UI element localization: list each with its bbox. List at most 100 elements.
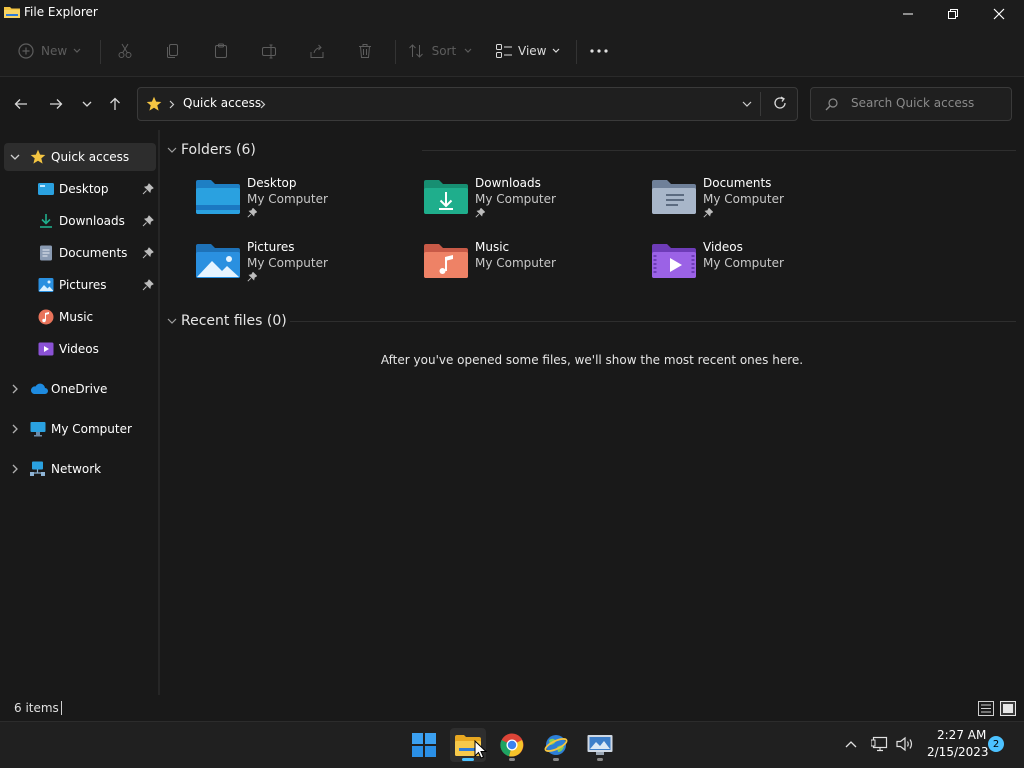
folder-location: My Computer	[703, 192, 784, 206]
recent-locations-button[interactable]	[76, 94, 98, 114]
forward-button[interactable]	[45, 94, 67, 114]
close-icon	[993, 8, 1005, 20]
start-button[interactable]	[406, 728, 442, 762]
taskbar-app-globe[interactable]	[538, 728, 574, 762]
folder-location: My Computer	[247, 192, 328, 206]
view-button[interactable]: View	[496, 36, 562, 66]
chevron-down-icon[interactable]	[10, 154, 20, 161]
divider	[760, 92, 761, 116]
folder-tile-music[interactable]: Music My Computer	[420, 236, 630, 288]
clock-time[interactable]: 2:27 AM	[937, 728, 986, 742]
folder-tile-desktop[interactable]: Desktop My Computer	[192, 172, 402, 224]
content-area: Folders (6) Desktop My Computer Download…	[160, 130, 1024, 695]
refresh-icon[interactable]	[773, 96, 787, 110]
delete-button[interactable]	[357, 36, 375, 66]
details-view-icon[interactable]	[978, 701, 994, 716]
copy-button[interactable]	[165, 36, 183, 66]
large-icons-view-icon[interactable]	[1000, 701, 1016, 716]
pin-icon	[142, 279, 154, 291]
search-icon	[825, 98, 838, 111]
sort-button[interactable]: Sort	[408, 36, 472, 66]
chevron-right-icon[interactable]	[260, 100, 266, 109]
divider	[290, 321, 1016, 322]
share-icon	[310, 44, 324, 58]
title-bar[interactable]: File Explorer	[0, 0, 1024, 28]
folder-tile-documents[interactable]: Documents My Computer	[648, 172, 858, 224]
pin-icon	[703, 208, 713, 218]
back-button[interactable]	[10, 94, 32, 114]
address-bar[interactable]: Quick access	[137, 87, 798, 121]
rename-button[interactable]	[261, 36, 279, 66]
sidebar-item-label: Quick access	[51, 150, 130, 164]
view-layout-icon	[496, 44, 512, 58]
notification-badge[interactable]: 2	[988, 736, 1004, 752]
video-icon	[38, 342, 54, 356]
clock-date[interactable]: 2/15/2023	[927, 745, 989, 759]
address-path-segment[interactable]: Quick access	[183, 96, 261, 110]
chevron-down-icon	[73, 48, 81, 53]
taskbar-chrome[interactable]	[494, 728, 530, 762]
restore-button[interactable]	[930, 0, 976, 28]
downloads-folder-icon	[424, 180, 468, 214]
sidebar-item-documents[interactable]: Documents	[4, 239, 156, 267]
sidebar-item-my-computer[interactable]: My Computer	[4, 415, 156, 443]
new-button[interactable]: New	[18, 36, 88, 66]
chevron-right-icon[interactable]	[12, 384, 19, 394]
arrow-left-icon	[14, 99, 27, 109]
sidebar-item-quick-access[interactable]: Quick access	[4, 143, 156, 171]
chevron-down-icon	[82, 101, 92, 107]
running-app-indicator	[597, 758, 603, 761]
minimize-button[interactable]	[885, 0, 931, 28]
sidebar-item-desktop[interactable]: Desktop	[4, 175, 156, 203]
sidebar-item-videos[interactable]: Videos	[4, 335, 156, 363]
sidebar-item-pictures[interactable]: Pictures	[4, 271, 156, 299]
folder-name: Videos	[703, 240, 743, 254]
paste-button[interactable]	[213, 36, 231, 66]
close-button[interactable]	[976, 0, 1022, 28]
folder-location: My Computer	[475, 256, 556, 270]
sidebar-item-label: Documents	[59, 246, 128, 260]
share-button[interactable]	[309, 36, 327, 66]
folders-section-header[interactable]: Folders (6)	[181, 142, 256, 158]
sidebar-item-network[interactable]: Network	[4, 455, 156, 483]
show-hidden-icons-chevron-icon[interactable]	[845, 740, 857, 748]
sidebar-item-label: Music	[59, 310, 94, 324]
toolbar-separator	[576, 40, 577, 64]
sidebar-item-music[interactable]: Music	[4, 303, 156, 331]
sidebar-item-label: My Computer	[51, 422, 132, 436]
cut-button[interactable]	[117, 36, 135, 66]
chrome-icon	[500, 733, 524, 757]
command-bar: New Sort View	[0, 28, 1024, 76]
folder-name: Music	[475, 240, 510, 254]
recent-files-section-header[interactable]: Recent files (0)	[181, 313, 287, 329]
chevron-right-icon[interactable]	[12, 464, 19, 474]
arrow-up-icon	[110, 97, 120, 110]
up-button[interactable]	[104, 94, 126, 114]
new-button-label: New	[41, 44, 68, 58]
chevron-down-icon[interactable]	[167, 147, 177, 154]
folder-tile-videos[interactable]: Videos My Computer	[648, 236, 858, 288]
cloud-icon	[30, 383, 48, 394]
address-history-chevron-icon[interactable]	[742, 101, 752, 108]
trash-icon	[359, 44, 371, 58]
folder-tile-pictures[interactable]: Pictures My Computer	[192, 236, 402, 288]
see-more-button[interactable]	[590, 36, 612, 66]
running-app-indicator	[509, 758, 515, 761]
folder-name: Downloads	[475, 176, 541, 190]
chevron-right-icon[interactable]	[12, 424, 19, 434]
sidebar-item-onedrive[interactable]: OneDrive	[4, 375, 156, 403]
videos-folder-icon	[652, 244, 696, 278]
chevron-down-icon	[464, 48, 472, 53]
paste-icon	[215, 43, 227, 58]
sidebar-item-downloads[interactable]: Downloads	[4, 207, 156, 235]
network-status-icon[interactable]	[871, 736, 889, 752]
volume-icon[interactable]	[896, 736, 914, 752]
folder-tile-downloads[interactable]: Downloads My Computer	[420, 172, 630, 224]
folder-name: Desktop	[247, 176, 297, 190]
chevron-down-icon[interactable]	[167, 318, 177, 325]
taskbar-app-monitor[interactable]	[582, 728, 618, 762]
star-icon	[30, 149, 46, 164]
status-bar: 6 items	[0, 695, 1024, 721]
sidebar-item-label: Network	[51, 462, 102, 476]
search-box[interactable]: Search Quick access	[810, 87, 1012, 121]
